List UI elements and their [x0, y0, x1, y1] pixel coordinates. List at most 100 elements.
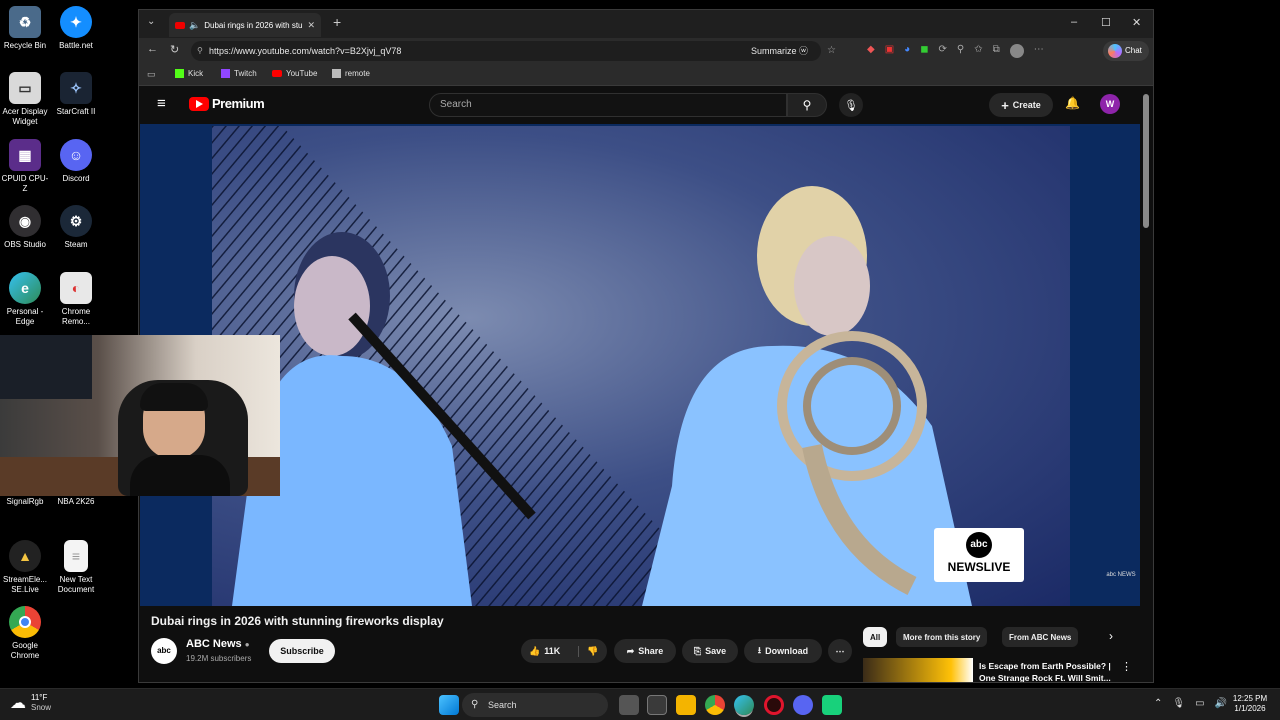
copilot-chat-button[interactable]: Chat: [1103, 41, 1149, 61]
save-button[interactable]: ⎘ Save: [682, 639, 738, 663]
bookmark-kick[interactable]: Kick: [175, 69, 203, 78]
back-icon[interactable]: ←: [147, 43, 158, 55]
extension-icon[interactable]: ◕: [904, 44, 910, 58]
desktop-icon-recycle-bin[interactable]: ♻ Recycle Bin: [0, 6, 50, 51]
clock[interactable]: 12:25 PM 1/1/2026: [1228, 694, 1272, 714]
widgets-icon[interactable]: [647, 695, 667, 715]
kick-icon: [175, 69, 184, 78]
extensions-toolbar: ◆ ▣ ◕ ◼ ⟳ ⚲ ✩ ⧉ ⋯: [867, 44, 1044, 58]
refresh-icon[interactable]: ↻: [170, 43, 179, 56]
desktop-icon-discord[interactable]: ☺ Discord: [51, 139, 101, 184]
page-scrollbar[interactable]: [1143, 94, 1149, 228]
desktop-icon-starcraft[interactable]: ✧ StarCraft II: [51, 72, 101, 117]
youtube-logo[interactable]: Premium: [189, 96, 265, 111]
profile-avatar-icon[interactable]: [1009, 44, 1024, 58]
channel-avatar[interactable]: abc: [151, 638, 177, 664]
minimize-icon[interactable]: –: [1071, 16, 1077, 28]
video-player[interactable]: abc NEWSLIVE abc NEWS: [140, 124, 1140, 606]
extensions-puzzle-icon[interactable]: ⚲: [957, 44, 964, 58]
chip-from-abc-news[interactable]: From ABC News: [1002, 627, 1079, 647]
starcraft-icon: ✧: [60, 72, 92, 104]
volume-icon[interactable]: 🔊: [1215, 698, 1227, 709]
bookmark-youtube[interactable]: YouTube: [272, 69, 317, 78]
weather-widget[interactable]: ☁ 11°F Snow: [10, 693, 51, 713]
desktop-icon-chrome-remote[interactable]: ◐ Chrome Remo...: [51, 272, 101, 327]
tab-actions-icon[interactable]: ▭: [147, 69, 156, 80]
opera-taskbar-icon[interactable]: [764, 695, 784, 715]
bookmark-remote[interactable]: remote: [332, 69, 370, 78]
dislike-button[interactable]: 👎: [578, 645, 598, 657]
microphone-tray-icon[interactable]: 🎙: [1172, 698, 1185, 709]
system-tray: ⌃ 🎙 ▭ 🔊: [1154, 698, 1227, 709]
more-menu-icon[interactable]: ⋯: [1034, 44, 1044, 58]
desktop-icon-edge[interactable]: e Personal - Edge: [0, 272, 50, 327]
audio-playing-icon[interactable]: 🔈: [189, 20, 200, 31]
desktop-icon-battlenet[interactable]: ✦ Battle.net: [51, 6, 101, 51]
tab-list-icon[interactable]: ⌄: [147, 16, 155, 27]
bookmark-twitch[interactable]: Twitch: [221, 69, 257, 78]
tray-overflow-chevron-icon[interactable]: ⌃: [1154, 698, 1162, 709]
subscribe-button[interactable]: Subscribe: [269, 639, 335, 663]
edge-taskbar-icon[interactable]: [734, 695, 754, 715]
remote-icon: [332, 69, 341, 78]
tab-active[interactable]: 🔈 Dubai rings in 2026 with stunning fire…: [169, 13, 321, 37]
chip-more-from-this-story[interactable]: More from this story: [896, 627, 988, 647]
chevron-right-icon[interactable]: ›: [1109, 629, 1113, 643]
url-field[interactable]: ⚲ https://www.youtube.com/watch?v=B2Xjvj…: [191, 41, 836, 61]
search-input[interactable]: Search: [429, 93, 787, 117]
new-tab-icon[interactable]: +: [333, 14, 341, 30]
extension-icon[interactable]: ⟳: [939, 44, 947, 58]
recommended-more-icon[interactable]: ⋮: [1121, 660, 1132, 673]
chip-all[interactable]: All: [863, 627, 888, 647]
maximize-icon[interactable]: ☐: [1101, 16, 1111, 29]
more-actions-button[interactable]: ⋯: [828, 639, 852, 663]
download-button[interactable]: ⭳ Download: [744, 639, 822, 663]
close-window-icon[interactable]: ✕: [1132, 16, 1141, 29]
notifications-bell-icon[interactable]: 🔔: [1065, 96, 1080, 110]
recommended-thumbnail[interactable]: [863, 658, 973, 682]
voice-search-button[interactable]: 🎙: [839, 93, 863, 117]
snow-cloud-icon: ☁: [10, 695, 26, 712]
app-taskbar-icon[interactable]: [822, 695, 842, 715]
desktop-icon-cpuz[interactable]: ▦ CPUID CPU-Z: [0, 139, 50, 194]
favorites-icon[interactable]: ✩: [974, 44, 982, 58]
recycle-bin-icon: ♻: [9, 6, 41, 38]
site-info-icon[interactable]: ⚲: [197, 41, 203, 61]
video-frame[interactable]: abc NEWSLIVE: [212, 126, 1070, 606]
extension-icon[interactable]: ▣: [885, 44, 894, 58]
webcam-overlay: [0, 335, 280, 496]
close-tab-icon[interactable]: ✕: [307, 20, 315, 31]
desktop-icon-steam[interactable]: ⚙ Steam: [51, 205, 101, 250]
favorite-star-icon[interactable]: ☆: [827, 41, 836, 61]
desktop-icon-acer-display-widget[interactable]: ▭ Acer Display Widget: [0, 72, 50, 127]
channel-name[interactable]: ABC News ●: [186, 638, 250, 650]
desktop-icon-streamelements[interactable]: ▲ StreamEle... SE.Live: [0, 540, 50, 595]
hamburger-menu-icon[interactable]: ≡: [157, 95, 166, 112]
taskbar-search[interactable]: ⚲ Search: [462, 693, 608, 717]
search-button[interactable]: ⚲: [787, 93, 827, 117]
discord-taskbar-icon[interactable]: [793, 695, 813, 715]
like-button[interactable]: 👍 11K: [529, 646, 560, 657]
desktop-icon-signalrgb[interactable]: SignalRgb: [0, 497, 50, 507]
task-view-icon[interactable]: [619, 695, 639, 715]
extension-icon[interactable]: ◼: [920, 44, 928, 58]
channel-watermark[interactable]: abc NEWS: [1106, 572, 1136, 578]
tv-screen: [0, 335, 92, 399]
start-windows-icon[interactable]: [439, 695, 459, 715]
desktop-icon-google-chrome[interactable]: Google Chrome: [0, 606, 50, 661]
extension-icon[interactable]: ◆: [867, 44, 875, 58]
collections-icon[interactable]: ⧉: [993, 44, 1000, 58]
desktop-icon-obs[interactable]: ◉ OBS Studio: [0, 205, 50, 250]
desktop-icon-new-text-document[interactable]: ≡ New Text Document: [51, 540, 101, 595]
file-explorer-icon[interactable]: [676, 695, 696, 715]
desktop-icon-nba2k26[interactable]: NBA 2K26: [51, 497, 101, 507]
share-button[interactable]: ➦ Share: [614, 639, 676, 663]
account-avatar[interactable]: W: [1100, 94, 1120, 114]
network-icon[interactable]: ▭: [1195, 698, 1204, 709]
create-button[interactable]: + Create: [989, 93, 1053, 117]
streamelements-icon: ▲: [9, 540, 41, 572]
chrome-taskbar-icon[interactable]: [705, 695, 725, 715]
summarize-button[interactable]: Summarize ⓦ: [751, 41, 808, 61]
recommended-title[interactable]: Is Escape from Earth Possible? | One Str…: [979, 660, 1127, 682]
youtube-play-icon: [189, 96, 209, 111]
